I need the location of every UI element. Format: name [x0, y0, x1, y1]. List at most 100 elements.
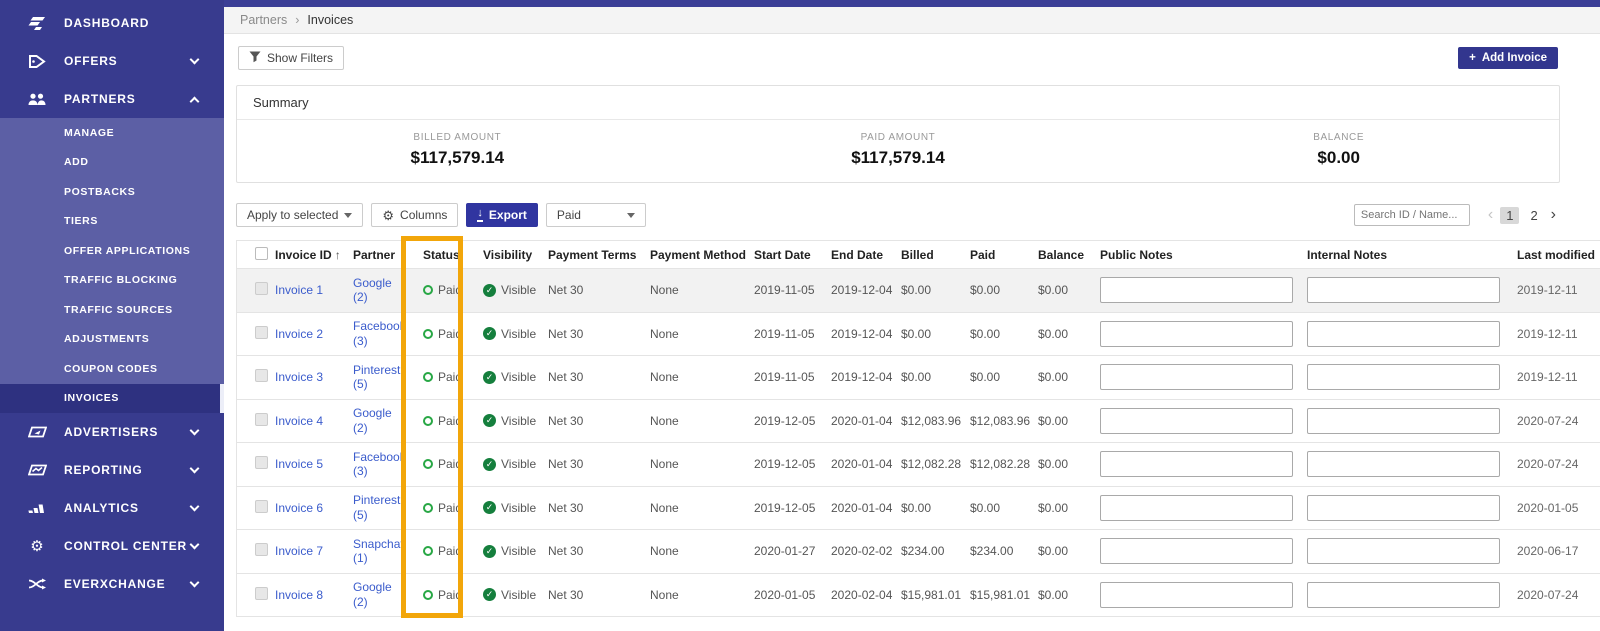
internal-notes-input[interactable]: [1307, 494, 1500, 521]
export-button[interactable]: ↓ Export: [466, 203, 538, 227]
status-label: Paid: [438, 326, 463, 341]
partner-link[interactable]: Google (2): [353, 580, 417, 609]
invoice-id-link[interactable]: Invoice 7: [275, 544, 323, 558]
invoice-id-link[interactable]: Invoice 2: [275, 327, 323, 341]
visibility-label: Visible: [501, 283, 537, 298]
column-header-balance[interactable]: Balance: [1038, 248, 1100, 262]
invoice-id-link[interactable]: Invoice 6: [275, 501, 323, 515]
invoice-id-link[interactable]: Invoice 4: [275, 414, 323, 428]
table-toolbar: Apply to selected ⚙ Columns ↓ Export Pai…: [236, 203, 1556, 227]
show-filters-button[interactable]: Show Filters: [238, 46, 345, 70]
public-notes-input[interactable]: [1100, 364, 1293, 391]
internal-notes-input[interactable]: [1307, 581, 1500, 608]
partner-link[interactable]: Google (2): [353, 406, 417, 435]
sidebar-subitem[interactable]: ADD: [0, 148, 224, 178]
row-checkbox[interactable]: [255, 412, 268, 426]
sidebar-item-control-center[interactable]: ⚙ CONTROL CENTER: [0, 527, 224, 565]
public-notes-input[interactable]: [1100, 581, 1293, 608]
partner-link[interactable]: Facebook (3): [353, 450, 417, 479]
summary-stat-value: $117,579.14: [851, 148, 945, 167]
column-header-status[interactable]: Status: [423, 248, 483, 262]
column-header-public-notes[interactable]: Public Notes: [1100, 248, 1307, 262]
public-notes-input[interactable]: [1100, 494, 1293, 521]
columns-button[interactable]: ⚙ Columns: [371, 203, 459, 227]
table-row: Invoice 3 Pinterest (5) Paid ✓ Visible Net…: [237, 356, 1600, 400]
column-header-end-date[interactable]: End Date: [831, 248, 901, 262]
table-row: Invoice 2 Facebook (3) Paid ✓ Visible Net …: [237, 312, 1600, 356]
column-header-payment-method[interactable]: Payment Method: [650, 248, 754, 262]
column-header-internal-notes[interactable]: Internal Notes: [1307, 248, 1517, 262]
search-input[interactable]: [1353, 204, 1470, 226]
sidebar-item-dashboard[interactable]: DASHBOARD: [0, 4, 224, 42]
row-checkbox[interactable]: [255, 325, 268, 339]
sidebar-subitem[interactable]: INVOICES: [0, 383, 224, 413]
internal-notes-input[interactable]: [1307, 538, 1500, 565]
last-modified-cell: 2020-06-17: [1517, 544, 1579, 559]
sidebar-item-analytics[interactable]: ANALYTICS: [0, 489, 224, 527]
breadcrumb-parent[interactable]: Partners: [240, 13, 287, 27]
sidebar-subitem[interactable]: TIERS: [0, 207, 224, 237]
sidebar-item-reporting[interactable]: REPORTING: [0, 451, 224, 489]
status-cell: Paid: [423, 370, 483, 384]
sidebar-subitem[interactable]: COUPON CODES: [0, 354, 224, 384]
column-header-start-date[interactable]: Start Date: [754, 248, 831, 262]
apply-to-selected-dropdown[interactable]: Apply to selected: [236, 203, 364, 227]
sidebar-subitem[interactable]: ADJUSTMENTS: [0, 325, 224, 355]
visible-check-icon: ✓: [483, 414, 496, 428]
sidebar-item-advertisers[interactable]: ADVERTISERS: [0, 413, 224, 451]
balance-cell: $0.00: [1038, 500, 1069, 515]
partner-link[interactable]: Facebook (3): [353, 319, 417, 348]
public-notes-input[interactable]: [1100, 538, 1293, 565]
sidebar-subitem[interactable]: TRAFFIC SOURCES: [0, 295, 224, 325]
public-notes-input[interactable]: [1100, 320, 1293, 347]
end-date-cell: 2020-01-04: [831, 413, 893, 428]
row-checkbox[interactable]: [255, 369, 268, 383]
balance-cell: $0.00: [1038, 283, 1069, 298]
add-invoice-button[interactable]: + Add Invoice: [1458, 47, 1558, 69]
invoice-id-link[interactable]: Invoice 1: [275, 283, 323, 297]
sidebar-subitem[interactable]: OFFER APPLICATIONS: [0, 236, 224, 266]
column-header-billed[interactable]: Billed: [901, 248, 970, 262]
internal-notes-input[interactable]: [1307, 451, 1500, 478]
row-checkbox[interactable]: [255, 499, 268, 513]
invoice-id-link[interactable]: Invoice 8: [275, 588, 323, 602]
pagination-prev-icon[interactable]: ‹: [1488, 206, 1493, 224]
sidebar-item-offers[interactable]: OFFERS: [0, 42, 224, 80]
column-header-invoice-id[interactable]: Invoice ID ↑: [275, 248, 353, 262]
sidebar-subitem[interactable]: POSTBACKS: [0, 177, 224, 207]
column-header-last-modified[interactable]: Last modified: [1517, 248, 1600, 262]
pagination-next-icon[interactable]: ›: [1551, 206, 1556, 224]
internal-notes-input[interactable]: [1307, 364, 1500, 391]
public-notes-input[interactable]: [1100, 277, 1293, 304]
public-notes-input[interactable]: [1100, 451, 1293, 478]
column-header-partner[interactable]: Partner: [353, 248, 423, 262]
last-modified-cell: 2020-07-24: [1517, 413, 1579, 428]
paid-cell: $0.00: [970, 326, 1001, 341]
status-filter-dropdown[interactable]: Paid: [545, 203, 646, 227]
internal-notes-input[interactable]: [1307, 407, 1500, 434]
column-header-payment-terms[interactable]: Payment Terms: [548, 248, 650, 262]
partner-link[interactable]: Snapchat (1): [353, 537, 417, 566]
sidebar-item-everxchange[interactable]: EVERXCHANGE: [0, 565, 224, 603]
invoice-id-link[interactable]: Invoice 5: [275, 457, 323, 471]
internal-notes-input[interactable]: [1307, 320, 1500, 347]
billed-cell: $0.00: [901, 500, 932, 515]
pagination-page[interactable]: 1: [1500, 206, 1520, 224]
row-checkbox[interactable]: [255, 586, 268, 600]
public-notes-input[interactable]: [1100, 407, 1293, 434]
column-header-paid[interactable]: Paid: [970, 248, 1038, 262]
row-checkbox[interactable]: [255, 456, 268, 470]
sidebar-subitem[interactable]: TRAFFIC BLOCKING: [0, 266, 224, 296]
row-checkbox[interactable]: [255, 543, 268, 557]
pagination-page[interactable]: 2: [1524, 207, 1543, 224]
partner-link[interactable]: Google (2): [353, 276, 417, 305]
partner-link[interactable]: Pinterest (5): [353, 363, 417, 392]
internal-notes-input[interactable]: [1307, 277, 1500, 304]
partner-link[interactable]: Pinterest (5): [353, 493, 417, 522]
column-header-visibility[interactable]: Visibility: [483, 248, 548, 262]
select-all-checkbox[interactable]: [255, 246, 268, 260]
invoice-id-link[interactable]: Invoice 3: [275, 370, 323, 384]
sidebar-item-partners[interactable]: PARTNERS: [0, 80, 224, 118]
sidebar-subitem[interactable]: MANAGE: [0, 118, 224, 148]
row-checkbox[interactable]: [255, 282, 268, 296]
